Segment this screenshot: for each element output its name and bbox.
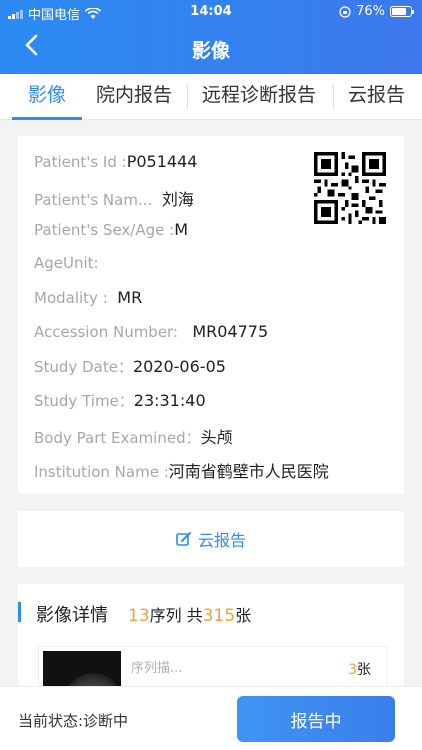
- qr-code-icon[interactable]: [314, 152, 386, 224]
- active-tab-indicator: [12, 117, 82, 120]
- institution-value: 河南省鹤壁市人民医院: [168, 462, 329, 481]
- section-accent-bar: [18, 602, 21, 622]
- accession-number-row: Accession Number: MR04775: [34, 322, 268, 341]
- study-time-row: Study Time：23:31:40: [34, 390, 206, 411]
- patient-sex-age-row: Patient's Sex/Age :M: [34, 220, 188, 239]
- current-state: 当前状态:诊断中: [18, 712, 129, 730]
- cloud-report-button[interactable]: 云报告: [18, 511, 404, 567]
- accession-number-label: Accession Number:: [34, 323, 179, 341]
- patient-sex-age-value: M: [174, 220, 188, 239]
- tab-hospital-report[interactable]: 院内报告: [96, 80, 172, 114]
- header: 中国电信 14:04 76% 影像: [0, 0, 422, 74]
- patient-name-label: Patient's Nam...: [34, 191, 153, 209]
- tab-images[interactable]: 影像: [28, 80, 66, 114]
- series-image-count: 3张: [348, 662, 371, 678]
- study-date-row: Study Date：2020-06-05: [34, 356, 226, 377]
- bottom-bar: 当前状态:诊断中 报告中: [0, 686, 422, 750]
- tab-cloud-report[interactable]: 云报告: [348, 80, 405, 114]
- institution-row: Institution Name :河南省鹤壁市人民医院: [34, 458, 329, 482]
- study-date-value: 2020-06-05: [132, 357, 226, 376]
- age-unit-label: AgeUnit:: [34, 254, 99, 272]
- image-detail-header: 影像详情 13 序列 共 315 张: [36, 601, 251, 627]
- tab-divider: [187, 85, 188, 109]
- tab-remote-diagnosis-report[interactable]: 远程诊断报告: [202, 80, 316, 114]
- image-unit: 张: [235, 606, 252, 625]
- accession-number-value: MR04775: [192, 322, 269, 341]
- nav-bar: 影像: [0, 24, 422, 72]
- reporting-button[interactable]: 报告中: [237, 696, 395, 742]
- battery-percent: 76%: [356, 4, 385, 19]
- body-part-label: Body Part Examined：: [34, 429, 201, 447]
- age-unit-row: AgeUnit:: [34, 254, 99, 272]
- status-bar: 中国电信 14:04 76%: [0, 0, 422, 24]
- body-part-value: 头颅: [200, 428, 233, 447]
- battery-icon: [390, 6, 414, 17]
- orientation-lock-icon: [339, 5, 351, 18]
- modality-row: Modality : MR: [34, 288, 142, 307]
- series-description: 序列描...: [131, 661, 183, 676]
- patient-info-card: Patient's Id :P051444 Patient's Nam... 刘…: [18, 136, 404, 494]
- modality-value: MR: [117, 288, 143, 307]
- image-count: 315: [202, 606, 236, 626]
- patient-name-row: Patient's Nam... 刘海: [34, 186, 194, 210]
- tab-divider: [333, 85, 334, 109]
- patient-id-row: Patient's Id :P051444: [34, 152, 197, 171]
- series-count: 13: [128, 606, 150, 626]
- tab-bar: 影像 院内报告 远程诊断报告 云报告: [0, 74, 422, 120]
- institution-label: Institution Name :: [34, 463, 169, 481]
- study-time-label: Study Time：: [34, 392, 134, 410]
- patient-id-value: P051444: [126, 152, 198, 171]
- modality-label: Modality :: [34, 289, 108, 307]
- patient-id-label: Patient's Id :: [34, 153, 127, 171]
- study-date-label: Study Date：: [34, 358, 133, 376]
- edit-icon: [176, 532, 191, 546]
- cloud-report-label: 云报告: [197, 531, 246, 550]
- study-time-value: 23:31:40: [133, 391, 206, 410]
- patient-sex-age-label: Patient's Sex/Age :: [34, 221, 175, 239]
- body-part-row: Body Part Examined：头颅: [34, 424, 233, 448]
- series-unit: 序列 共: [149, 606, 203, 625]
- patient-name-value: 刘海: [161, 190, 194, 209]
- page-title: 影像: [191, 40, 230, 62]
- image-detail-title: 影像详情: [36, 605, 108, 626]
